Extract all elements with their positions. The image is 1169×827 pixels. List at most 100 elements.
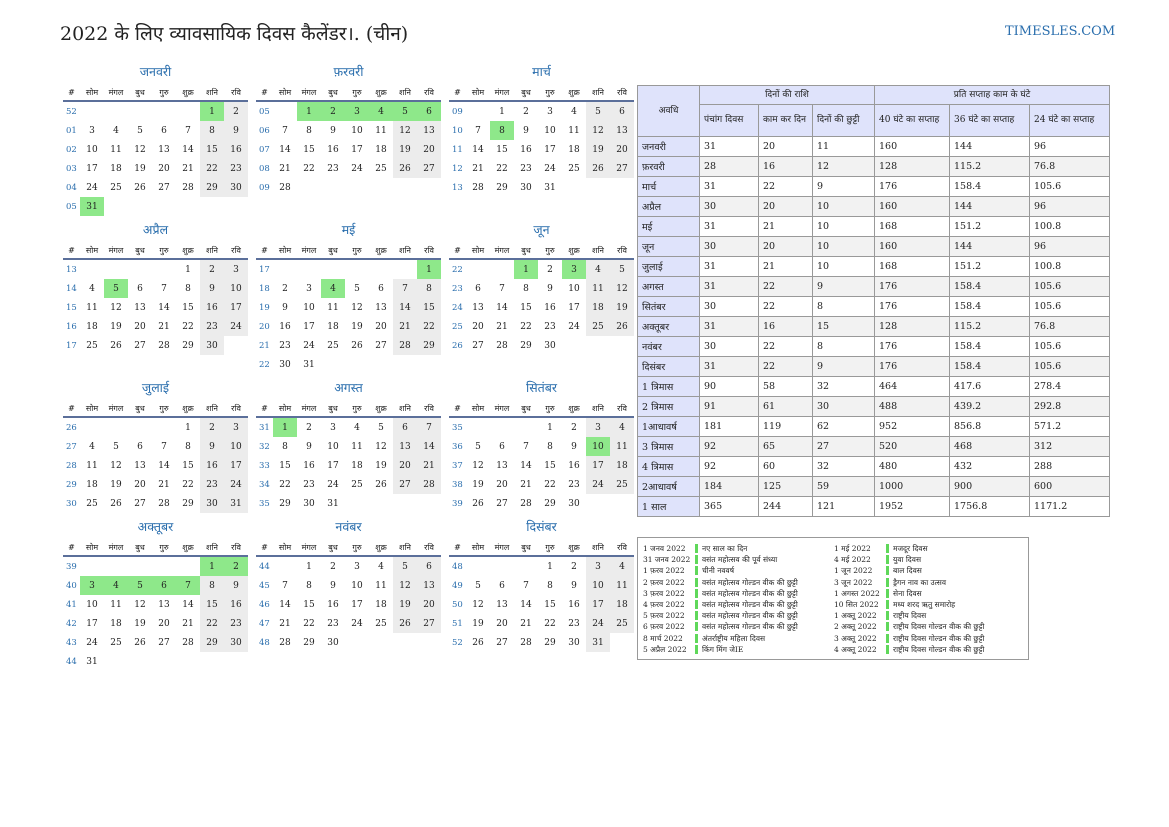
- week-number: 24: [452, 302, 463, 313]
- day-cell: 19: [393, 140, 417, 159]
- summary-value: 8: [812, 296, 875, 317]
- empty-cell: [466, 417, 490, 437]
- summary-value: 115.2: [949, 156, 1030, 177]
- day-cell: 8: [185, 283, 191, 294]
- holiday-date: 10 सित 2022: [834, 599, 879, 609]
- day-cell: 9: [200, 279, 224, 298]
- summary-table: अवधि दिनों की राशि प्रति सप्ताह काम के घ…: [637, 85, 1111, 517]
- day-cell: 28: [158, 340, 170, 351]
- weekday-header: बुध: [514, 539, 538, 557]
- day-cell: 4: [369, 101, 393, 121]
- week-number: 03: [66, 163, 77, 174]
- day-cell: 18: [86, 479, 98, 490]
- day-cell: 1: [273, 417, 297, 437]
- day-cell: 2: [200, 417, 224, 437]
- summary-value: 22: [758, 296, 813, 317]
- weekday-header: मंगल: [490, 539, 514, 557]
- summary-period: अगस्त: [637, 276, 700, 297]
- week-number: 34: [259, 479, 270, 490]
- day-cell: 3: [547, 106, 553, 117]
- holiday-name: राष्ट्रीय दिवस गोल्डन वीक की छुट्टी: [893, 633, 985, 643]
- week-number: 08: [259, 163, 270, 174]
- day-cell: 12: [393, 121, 417, 140]
- summary-value: 900: [949, 476, 1030, 497]
- week-row: 21 23 24 25 26 27 28 29: [256, 336, 441, 355]
- day-cell: 31: [86, 656, 98, 667]
- summary-value: 181: [699, 416, 759, 437]
- weekday-header: सोम: [80, 84, 104, 102]
- holiday-name: राष्ट्रीय दिवस: [893, 611, 927, 621]
- day-cell: 11: [610, 576, 634, 595]
- holiday-name: किंग मिंग जेIE: [702, 644, 744, 654]
- weekday-header: #: [63, 84, 80, 102]
- day-cell: 2: [571, 422, 577, 433]
- empty-cell: [224, 336, 248, 355]
- summary-value: 158.4: [949, 296, 1030, 317]
- holiday-name: राष्ट्रीय दिवस गोल्डन वीक की छुट्टी: [893, 622, 985, 632]
- day-cell: 14: [496, 302, 508, 313]
- day-cell: 19: [610, 298, 634, 317]
- site-link[interactable]: TIMESLES.COM: [1005, 24, 1115, 39]
- day-cell: 1: [297, 101, 321, 121]
- day-cell: 24: [303, 340, 315, 351]
- day-cell: 5: [354, 283, 360, 294]
- day-cell: 1: [499, 106, 505, 117]
- day-cell: 21: [158, 321, 170, 332]
- summary-value: 1756.8: [949, 496, 1030, 517]
- month-calendar: मार्च # सोम मंगल बुध गुरु शुक्र शनि रवि 09 1 2 3 4 5 6 1…: [449, 64, 634, 197]
- week-row: 51 19 20 21 22 23 24 25: [449, 614, 634, 633]
- day-cell: 17: [86, 163, 98, 174]
- weekday-header: मंगल: [297, 242, 321, 260]
- summary-period: फ़रवरी: [637, 156, 700, 177]
- holiday-marker: [695, 555, 698, 565]
- holiday-marker: [695, 611, 698, 621]
- day-cell: 22: [417, 317, 441, 336]
- weekday-header: शनि: [200, 539, 224, 557]
- weekday-header: शनि: [393, 539, 417, 557]
- day-cell: 17: [303, 321, 315, 332]
- day-cell: 28: [158, 498, 170, 509]
- day-cell: 5: [378, 422, 384, 433]
- week-row: 09 1 2 3 4 5 6: [449, 101, 634, 121]
- day-cell: 23: [327, 163, 339, 174]
- day-cell: 30: [568, 637, 580, 648]
- day-cell: 5: [113, 441, 119, 452]
- day-cell: 27: [472, 340, 484, 351]
- summary-value: 27: [812, 436, 875, 457]
- summary-value: 520: [874, 436, 950, 457]
- day-cell: 29: [182, 340, 194, 351]
- day-cell: 27: [417, 159, 441, 178]
- week-row: 43 24 25 26 27 28 29 30: [63, 633, 248, 652]
- month-table: # सोम मंगल बुध गुरु शुक्र शनि रवि 09 1 2 3 4 5 6 10 7 8 9 1…: [449, 84, 634, 197]
- holiday-date: 1 जून 2022: [834, 566, 873, 576]
- day-cell: 21: [496, 321, 508, 332]
- empty-cell: [104, 197, 128, 216]
- summary-period-header: अवधि: [637, 85, 700, 137]
- day-cell: 5: [393, 101, 417, 121]
- day-cell: 3: [89, 125, 95, 136]
- week-number: 36: [452, 441, 463, 452]
- day-cell: 20: [158, 163, 170, 174]
- weekday-header: मंगल: [104, 539, 128, 557]
- day-cell: 1: [185, 264, 191, 275]
- week-row: 23 6 7 8 9 10 11 12: [449, 279, 634, 298]
- day-cell: 21: [520, 479, 532, 490]
- day-cell: 14: [417, 437, 441, 456]
- day-cell: 8: [306, 125, 312, 136]
- day-cell: 5: [475, 580, 481, 591]
- weekday-header: रवि: [417, 242, 441, 260]
- day-cell: 5: [610, 259, 634, 279]
- week-row: 34 22 23 24 25 26 27 28: [256, 475, 441, 494]
- week-number: 42: [66, 618, 77, 629]
- week-number: 51: [452, 618, 463, 629]
- day-cell: 5: [586, 101, 610, 121]
- weekday-header: सोम: [273, 242, 297, 260]
- summary-header: 24 घंटे का सप्ताह: [1028, 104, 1111, 137]
- day-cell: 15: [200, 595, 224, 614]
- week-number: 10: [452, 125, 463, 136]
- summary-header: 36 घंटे का सप्ताह: [949, 104, 1030, 137]
- weekday-header: गुरु: [538, 400, 562, 418]
- day-cell: 16: [200, 298, 224, 317]
- day-cell: 9: [547, 283, 553, 294]
- day-cell: 18: [375, 144, 387, 155]
